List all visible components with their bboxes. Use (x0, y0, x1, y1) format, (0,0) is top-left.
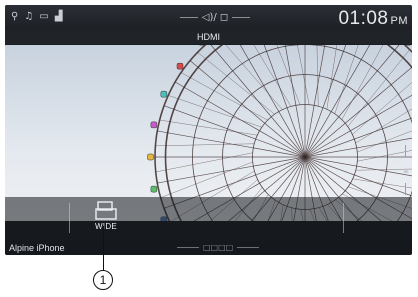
status-bar: ⚲ ♫ ▭ ▟ ◁)/ ◻ 01:08 PM (5, 5, 412, 31)
callout-number: 1 (93, 270, 113, 290)
chevron-up-icon: ▲ (401, 165, 411, 176)
video-area[interactable]: ▲ (5, 45, 412, 221)
callout-leader-line (103, 226, 104, 270)
wide-icon (95, 201, 117, 220)
source-title: HDMI (5, 30, 412, 44)
clock-ampm: PM (390, 15, 408, 27)
page-indicator: □□□□ (173, 243, 263, 252)
audio-status-indicator[interactable]: ◁)/ ◻ (170, 9, 260, 25)
audio-output-icon: ◁)/ ◻ (201, 11, 229, 23)
page-indicator-icon: □□□□ (203, 243, 234, 252)
connected-device-name: Alpine iPhone (9, 243, 65, 253)
battery-icon: ▭ (39, 11, 49, 22)
clock: 01:08 PM (338, 8, 408, 30)
control-divider (343, 203, 344, 233)
clock-time: 01:08 (338, 8, 389, 29)
signal-icon: ▟ (54, 11, 63, 22)
bluetooth-phone-icon: ⚲ (11, 11, 19, 22)
footer-divider (237, 247, 260, 248)
side-panel-handle[interactable]: ▲ (400, 145, 412, 205)
footer-divider (177, 247, 199, 248)
footer-bar: Alpine iPhone □□□□ (5, 241, 412, 255)
control-divider (69, 203, 70, 233)
handle-line (405, 145, 406, 157)
wide-mode-button[interactable]: WIDE (91, 201, 121, 239)
status-divider (232, 16, 251, 18)
device-screen: ⚲ ♫ ▭ ▟ ◁)/ ◻ 01:08 PM HDMI ▲ WIDE Alpin… (5, 5, 412, 255)
bottom-control-bar: WIDE (5, 197, 412, 241)
wide-label: WIDE (94, 222, 118, 231)
bluetooth-audio-icon: ♫ (24, 11, 34, 22)
ferris-wheel-image (147, 45, 412, 221)
status-icons: ⚲ ♫ ▭ ▟ (11, 11, 62, 22)
handle-line (405, 183, 406, 195)
status-divider (179, 16, 198, 18)
